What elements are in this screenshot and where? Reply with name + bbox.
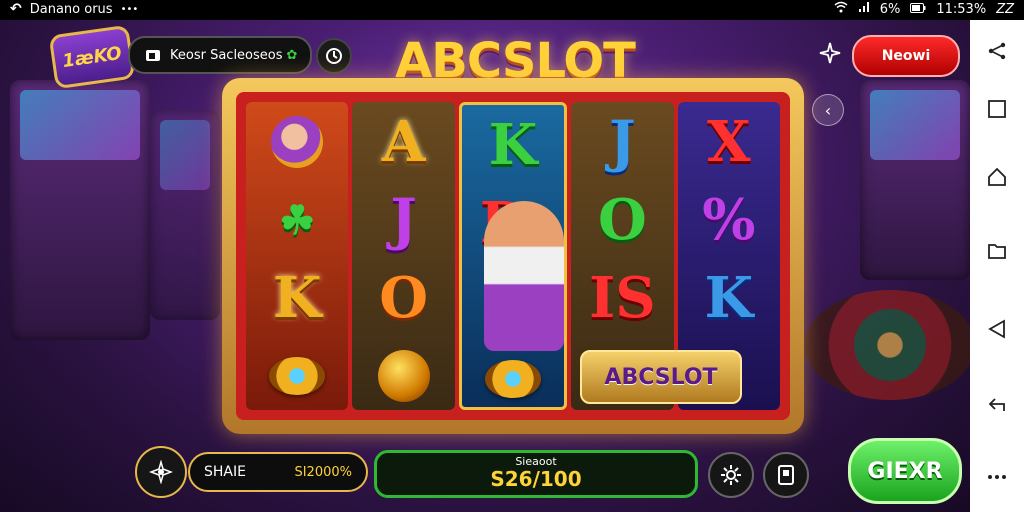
- status-time: 11:53%: [936, 1, 987, 17]
- spin-button[interactable]: GIEXR: [848, 438, 962, 504]
- balance-value: S26/100: [490, 467, 582, 491]
- symbol-k-blue: K: [704, 265, 754, 331]
- symbol-clover: ☘: [279, 196, 316, 244]
- charm-symbol: [352, 338, 454, 410]
- bg-slot-machine-left: [10, 80, 150, 340]
- reel-3-highlighted: K D: [458, 102, 568, 410]
- brand-mark: ZZ: [996, 1, 1014, 17]
- back-triangle-icon[interactable]: [984, 316, 1010, 342]
- game-area: 1æKO Keosr Sacleoseos ✿ ABCSLOT Neowi ‹ …: [0, 20, 970, 512]
- settings-gear-button[interactable]: [708, 452, 754, 498]
- coin-symbol: [246, 338, 348, 410]
- clover-icon: ✿: [286, 47, 298, 63]
- bg-roulette-wheel: [805, 290, 970, 400]
- signal-icon: [858, 1, 870, 17]
- balance-box: Sieaoot S26/100: [374, 450, 698, 498]
- folder-icon[interactable]: [984, 238, 1010, 264]
- collapse-chevron-icon[interactable]: ‹: [812, 94, 844, 126]
- symbol-k-green: K: [488, 112, 538, 178]
- sparkle-icon[interactable]: [815, 38, 845, 68]
- status-dots-icon: •••: [120, 3, 139, 15]
- system-nav-bar: [970, 20, 1024, 512]
- symbol-k: K: [272, 265, 322, 331]
- symbol-percent: %: [702, 187, 756, 253]
- coin-symbol-2: [462, 341, 564, 407]
- reel-2: A J O: [352, 102, 455, 410]
- symbol-x: X: [707, 109, 751, 175]
- user-info-pill[interactable]: Keosr Sacleoseos ✿: [128, 36, 312, 74]
- wifi-icon: [834, 1, 848, 17]
- reel-1: ☘ K: [246, 102, 349, 410]
- battery-percent: 6%: [879, 1, 901, 17]
- square-icon[interactable]: [984, 96, 1010, 122]
- symbol-is: IS: [589, 265, 656, 331]
- bet-box[interactable]: SHAIE SI2000%: [188, 452, 368, 492]
- symbol-o-green: O: [598, 187, 647, 253]
- user-label: Keosr Sacleoseos: [170, 47, 283, 63]
- autoplay-button[interactable]: [135, 446, 187, 498]
- game-logo-badge[interactable]: 1æKO: [48, 24, 136, 90]
- symbol-a: A: [381, 109, 426, 175]
- status-bar: ↶ Danano orus ••• 6% 11:53% ZZ: [0, 0, 1024, 20]
- info-card-button[interactable]: [763, 452, 809, 498]
- bet-value: SI2000%: [294, 464, 352, 480]
- wallet-icon: [144, 46, 162, 64]
- slot-frame: ☘ K A J O K D J O IS: [222, 78, 804, 434]
- return-icon[interactable]: [984, 392, 1010, 418]
- back-arrow-icon[interactable]: ↶: [10, 1, 22, 17]
- symbol-j: J: [390, 187, 417, 253]
- share-icon[interactable]: [984, 38, 1010, 64]
- symbol-j-blue: J: [609, 109, 636, 175]
- battery-icon: [910, 2, 926, 17]
- bg-slot-machine-right: [860, 80, 970, 280]
- bg-slot-machine-left-2: [150, 110, 220, 320]
- status-app-label: Danano orus: [29, 1, 113, 17]
- home-icon[interactable]: [984, 164, 1010, 190]
- hero-character: [483, 201, 564, 351]
- abcslot-banner: ABCSLOT: [580, 350, 742, 404]
- bet-label: SHAIE: [204, 464, 246, 480]
- symbol-o: O: [379, 265, 428, 331]
- genie-symbol: [246, 104, 348, 180]
- more-icon[interactable]: [984, 464, 1010, 490]
- news-button[interactable]: Neowi: [852, 35, 960, 77]
- history-clock-button[interactable]: [316, 38, 352, 74]
